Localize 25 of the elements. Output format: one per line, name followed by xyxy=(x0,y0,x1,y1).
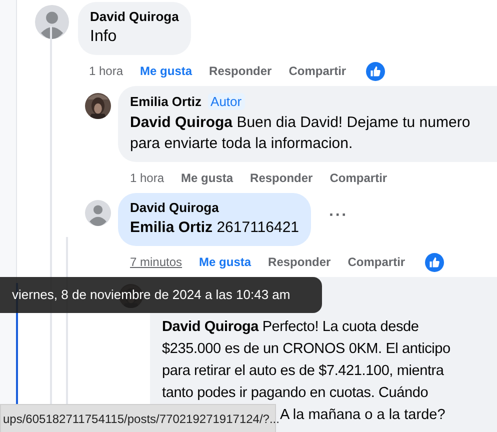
reply-link[interactable]: Responder xyxy=(268,255,331,269)
timestamp-link[interactable]: 1 hora xyxy=(89,64,124,78)
share-link[interactable]: Compartir xyxy=(348,255,406,269)
avatar-icon xyxy=(85,200,111,226)
timestamp-link[interactable]: 1 hora xyxy=(130,171,164,185)
comment-text: David Quiroga Buen dia David! Dejame tu numero para enviarte toda la informacion. xyxy=(130,113,472,154)
like-link[interactable]: Me gusta xyxy=(199,255,252,269)
author-name[interactable]: Emilia Ortiz xyxy=(130,94,202,109)
more-button[interactable]: ··· xyxy=(325,205,352,227)
avatar-icon xyxy=(35,5,69,39)
comment-text: Emilia Ortiz 2617116421 xyxy=(130,218,300,238)
like-link[interactable]: Me gusta xyxy=(181,171,234,185)
reply-link[interactable]: Responder xyxy=(250,171,313,185)
author-badge: Autor xyxy=(208,93,245,110)
author-name[interactable]: David Quiroga xyxy=(90,9,179,24)
reply-link[interactable]: Responder xyxy=(209,64,272,78)
like-link[interactable]: Me gusta xyxy=(140,64,192,78)
timestamp-link[interactable]: 7 minutos xyxy=(130,255,182,269)
author-name[interactable]: David Quiroga xyxy=(130,200,219,215)
comment-text: David Quiroga Perfecto! La cuota desde $235.000 es de un CRONOS 0KM. El anticipo para retirar el auto es de $7.421.100, mientra tanto podes ir pagando en cuotas. Cuándo xyxy=(162,318,452,403)
share-link[interactable]: Compartir xyxy=(330,171,388,185)
status-url: ups/605182711754115/posts/770219271917124/?... xyxy=(0,404,276,432)
share-link[interactable]: Compartir xyxy=(288,64,346,78)
comment-text: Info xyxy=(90,27,118,47)
date-tooltip: viernes, 8 de noviembre de 2024 a las 10:43 am xyxy=(0,277,322,313)
